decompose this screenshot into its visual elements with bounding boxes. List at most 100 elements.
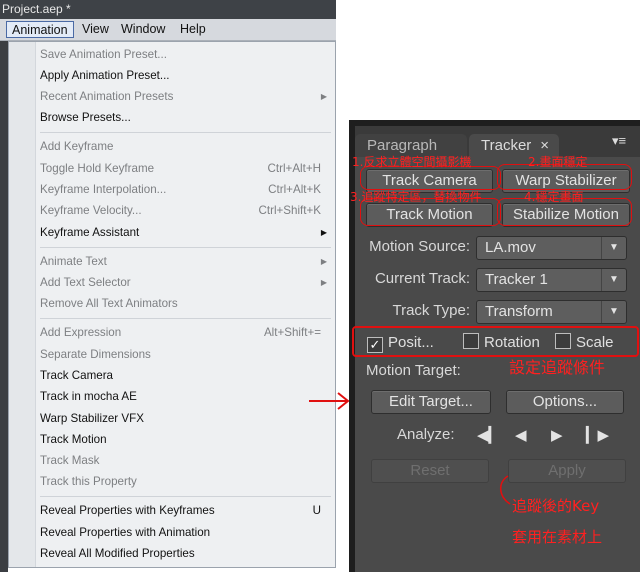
menu-separator	[40, 132, 331, 133]
analyze-back-one-icon[interactable]: ◀	[515, 426, 527, 446]
analyze-back-all-icon[interactable]: ◀▎	[477, 426, 500, 446]
apply-button[interactable]: Apply	[508, 459, 626, 483]
menu-item-add-expression[interactable]: Add Expression Alt+Shift+=	[40, 322, 327, 343]
menu-window[interactable]: Window	[116, 21, 170, 38]
current-track-label: Current Track:	[374, 270, 470, 287]
menu-item-remove-all-text-animators[interactable]: Remove All Text Animators	[40, 293, 327, 314]
options-button[interactable]: Options...	[506, 390, 624, 414]
menu-item-label: Add Expression	[40, 326, 122, 339]
annotation-box-track-camera	[360, 166, 501, 190]
menu-item-label: Save Animation Preset...	[40, 48, 167, 61]
annotation-track-motion: 3.追蹤特定區，替換物件	[350, 190, 482, 204]
menu-item-save-animation-preset[interactable]: Save Animation Preset...	[40, 44, 327, 65]
menu-item-warp-stabilizer[interactable]: Warp Stabilizer VFX	[40, 408, 327, 429]
app-background-strip	[0, 41, 8, 572]
chevron-down-icon: ▼	[601, 269, 626, 291]
menu-item-label: Track Mask	[40, 454, 100, 467]
menu-view[interactable]: View	[77, 21, 114, 38]
red-arrow-icon	[309, 392, 350, 410]
menu-item-track-mask[interactable]: Track Mask	[40, 450, 327, 471]
menu-item-track-motion[interactable]: Track Motion	[40, 429, 327, 450]
menu-item-reveal-all-modified[interactable]: Reveal All Modified Properties	[40, 543, 327, 564]
menu-item-keyframe-interpolation[interactable]: Keyframe Interpolation... Ctrl+Alt+K	[40, 179, 327, 200]
menu-item-label: Add Text Selector	[40, 276, 131, 289]
animation-dropdown-menu: Save Animation Preset... Apply Animation…	[8, 41, 336, 568]
chevron-down-icon: ▼	[601, 301, 626, 323]
menu-item-keyframe-velocity[interactable]: Keyframe Velocity... Ctrl+Shift+K	[40, 200, 327, 221]
menu-item-label: Track Motion	[40, 433, 107, 446]
menu-item-label: Reveal Properties with Animation	[40, 526, 211, 539]
menu-separator	[40, 318, 331, 319]
tab-tracker-label: Tracker	[481, 137, 532, 154]
menu-item-add-text-selector[interactable]: Add Text Selector ▶	[40, 272, 327, 293]
annotation-box-track-settings	[352, 326, 639, 357]
submenu-arrow-icon: ▶	[320, 92, 327, 101]
menu-item-shortcut: Ctrl+Alt+H	[267, 162, 321, 175]
menu-item-label: Reveal Properties with Keyframes	[40, 504, 215, 517]
menu-item-label: Warp Stabilizer VFX	[40, 412, 144, 425]
menu-item-recent-animation-presets[interactable]: Recent Animation Presets ▶	[40, 86, 327, 107]
menu-item-animate-text[interactable]: Animate Text ▶	[40, 251, 327, 272]
menu-item-toggle-hold-keyframe[interactable]: Toggle Hold Keyframe Ctrl+Alt+H	[40, 158, 327, 179]
chevron-down-icon: ▼	[601, 237, 626, 259]
menu-item-label: Apply Animation Preset...	[40, 69, 170, 82]
menu-item-label: Reveal All Modified Properties	[40, 547, 195, 560]
menu-separator	[40, 496, 331, 497]
menu-item-reveal-properties-animation[interactable]: Reveal Properties with Animation	[40, 522, 327, 543]
edit-target-button[interactable]: Edit Target...	[371, 390, 491, 414]
tab-paragraph[interactable]: Paragraph	[355, 134, 467, 157]
menu-item-label: Track Camera	[40, 369, 114, 382]
menu-item-label: Animate Text	[40, 255, 107, 268]
menu-item-separate-dimensions[interactable]: Separate Dimensions	[40, 344, 327, 365]
menu-item-track-camera[interactable]: Track Camera	[40, 365, 327, 386]
menu-item-label: Remove All Text Animators	[40, 297, 178, 310]
annotation-apply-footage: 套用在素材上	[512, 528, 603, 546]
menu-item-track-in-mocha[interactable]: Track in mocha AE	[40, 386, 327, 407]
track-type-value: Transform	[485, 303, 553, 320]
window-title-bar: Project.aep *	[0, 0, 336, 19]
submenu-arrow-icon: ▶	[320, 228, 327, 237]
current-track-value: Tracker 1	[485, 271, 548, 288]
menu-item-shortcut: Alt+Shift+=	[263, 326, 321, 339]
motion-source-select[interactable]: LA.mov ▼	[476, 236, 627, 260]
menu-item-label: Keyframe Assistant	[40, 226, 140, 239]
close-icon[interactable]: ×	[540, 134, 549, 157]
menu-item-label: Add Keyframe	[40, 140, 114, 153]
menu-item-browse-presets[interactable]: Browse Presets...	[40, 107, 327, 128]
menu-item-label: Recent Animation Presets	[40, 90, 174, 103]
annotation-track-camera: 1.反求立體空間攝影機	[352, 155, 472, 169]
analyze-forward-one-icon[interactable]: ▶	[551, 426, 563, 446]
menu-item-label: Keyframe Interpolation...	[40, 183, 167, 196]
menu-item-keyframe-assistant[interactable]: Keyframe Assistant ▶	[40, 222, 327, 243]
analyze-forward-all-icon[interactable]: ▎▶	[586, 426, 609, 446]
current-track-select[interactable]: Tracker 1 ▼	[476, 268, 627, 292]
annotation-key-result: 追蹤後的Key	[512, 497, 600, 515]
panel-tab-bar: Paragraph Tracker × ▾≡	[355, 126, 640, 157]
menu-item-label: Separate Dimensions	[40, 348, 151, 361]
menu-item-track-this-property[interactable]: Track this Property	[40, 471, 327, 492]
menu-item-reveal-properties-keyframes[interactable]: Reveal Properties with Keyframes U	[40, 500, 327, 521]
tab-tracker[interactable]: Tracker ×	[469, 134, 559, 157]
analyze-label: Analyze:	[397, 426, 455, 443]
menu-item-apply-animation-preset[interactable]: Apply Animation Preset...	[40, 65, 327, 86]
menu-bar: Animation View Window Help	[0, 19, 336, 41]
window-title: Project.aep *	[2, 2, 71, 16]
menu-help[interactable]: Help	[175, 21, 211, 38]
menu-item-label: Toggle Hold Keyframe	[40, 162, 155, 175]
menu-separator	[40, 247, 331, 248]
reset-button[interactable]: Reset	[371, 459, 489, 483]
panel-menu-icon[interactable]: ▾≡	[606, 132, 632, 150]
submenu-arrow-icon: ▶	[320, 257, 327, 266]
track-type-select[interactable]: Transform ▼	[476, 300, 627, 324]
menu-animation[interactable]: Animation	[6, 21, 74, 38]
menu-item-add-keyframe[interactable]: Add Keyframe	[40, 136, 327, 157]
annotation-track-settings: 設定追蹤條件	[509, 358, 606, 377]
menu-item-label: Keyframe Velocity...	[40, 204, 142, 217]
motion-target-label: Motion Target:	[366, 362, 461, 379]
menu-item-shortcut: U	[312, 504, 321, 517]
menu-item-shortcut: Ctrl+Shift+K	[258, 204, 321, 217]
menu-item-shortcut: Ctrl+Alt+K	[268, 183, 321, 196]
annotation-stabilize-motion: 4.穩定畫面	[524, 190, 584, 204]
red-curved-arrow-icon	[499, 475, 511, 505]
track-type-label: Track Type:	[392, 302, 470, 319]
